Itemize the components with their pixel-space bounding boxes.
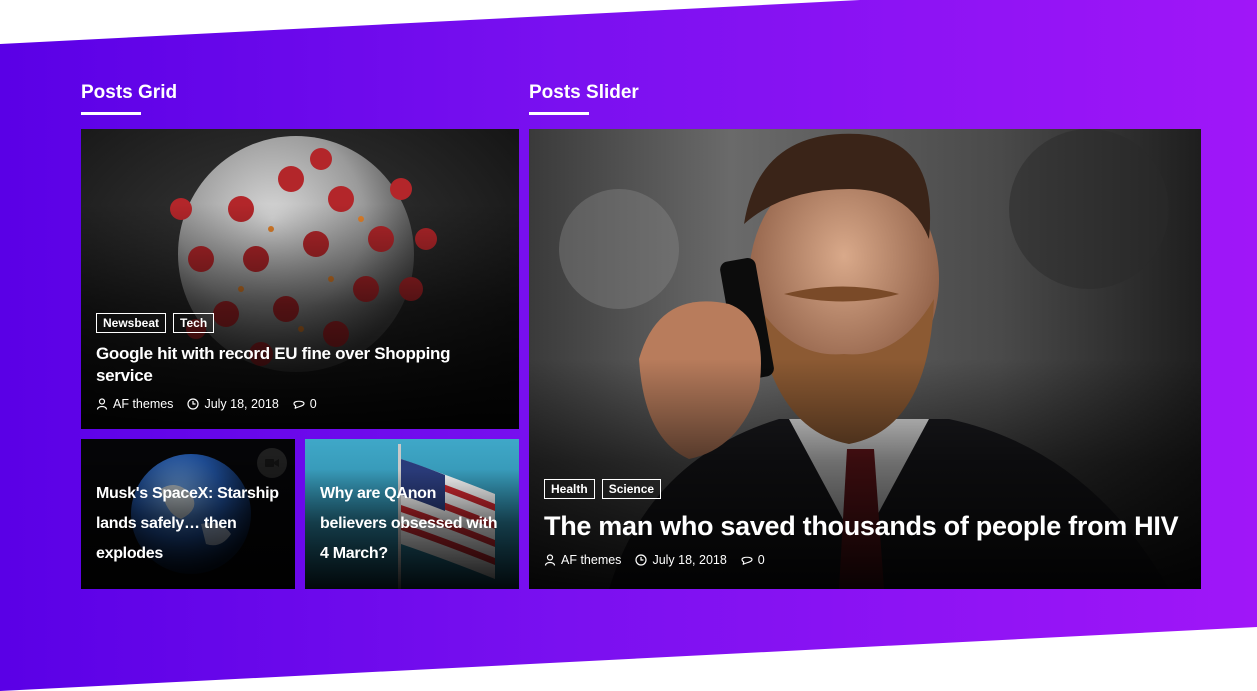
post-meta: AF themes July 18, 2018 0	[544, 553, 1186, 567]
grid-small-post-card-spacex[interactable]: Musk's SpaceX: Starship lands safely… th…	[81, 439, 295, 589]
grid-main-post-content: Newsbeat Tech Google hit with record EU …	[96, 313, 504, 411]
grid-small-post-card-qanon[interactable]: Why are QAnon believers obsessed with 4 …	[305, 439, 519, 589]
comment-icon	[741, 556, 753, 565]
post-author[interactable]: AF themes	[96, 397, 173, 411]
post-date: July 18, 2018	[635, 553, 727, 567]
spacex-post-content: Musk's SpaceX: Starship lands safely… th…	[96, 479, 280, 569]
grid-main-post-card[interactable]: Newsbeat Tech Google hit with record EU …	[81, 129, 519, 429]
post-author[interactable]: AF themes	[544, 553, 621, 567]
post-title[interactable]: Musk's SpaceX: Starship lands safely… th…	[96, 479, 280, 569]
qanon-post-content: Why are QAnon believers obsessed with 4 …	[320, 479, 504, 569]
posts-slider-title: Posts Slider	[529, 82, 639, 103]
tag-science[interactable]: Science	[601, 479, 662, 499]
date-text: July 18, 2018	[204, 397, 279, 411]
user-icon	[544, 554, 556, 566]
post-comments[interactable]: 0	[293, 397, 317, 411]
post-title[interactable]: The man who saved thousands of people fr…	[544, 509, 1186, 543]
slider-post-card[interactable]: Health Science The man who saved thousan…	[529, 129, 1201, 589]
author-name: AF themes	[113, 397, 174, 411]
post-meta: AF themes July 18, 2018 0	[96, 397, 504, 411]
comment-icon	[293, 400, 305, 409]
clock-icon	[635, 554, 648, 566]
tag-health[interactable]: Health	[544, 479, 595, 499]
comment-count: 0	[757, 553, 765, 567]
posts-slider-heading: Posts Slider	[529, 82, 639, 115]
tag-tech[interactable]: Tech	[173, 313, 215, 333]
posts-grid-heading: Posts Grid	[81, 82, 178, 115]
author-name: AF themes	[561, 553, 622, 567]
user-icon	[96, 398, 108, 410]
post-title[interactable]: Why are QAnon believers obsessed with 4 …	[320, 479, 504, 569]
comment-count: 0	[309, 397, 317, 411]
heading-underline	[81, 112, 141, 115]
post-date: July 18, 2018	[187, 397, 279, 411]
date-text: July 18, 2018	[652, 553, 727, 567]
slider-post-content: Health Science The man who saved thousan…	[544, 479, 1186, 567]
clock-icon	[187, 398, 200, 410]
post-tags: Newsbeat Tech	[96, 313, 504, 333]
heading-underline	[529, 112, 589, 115]
post-title[interactable]: Google hit with record EU fine over Shop…	[96, 343, 504, 387]
post-tags: Health Science	[544, 479, 1186, 499]
tag-newsbeat[interactable]: Newsbeat	[96, 313, 167, 333]
post-comments[interactable]: 0	[741, 553, 765, 567]
posts-grid-title: Posts Grid	[81, 82, 178, 103]
